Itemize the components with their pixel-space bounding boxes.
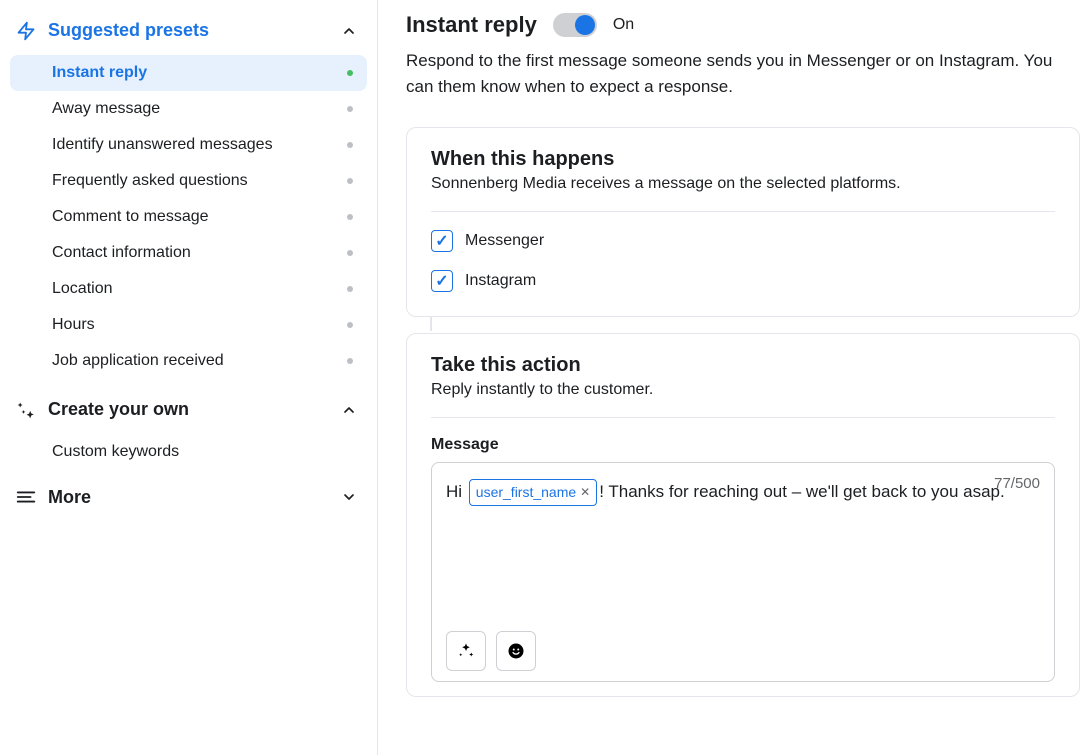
page-subtitle: Respond to the first message someone sen… [406,48,1080,99]
page-header: Instant reply On [406,12,1080,38]
sidebar-item-label: Comment to message [52,208,209,226]
sidebar-item-label: Location [52,280,113,298]
create-title: Create your own [48,399,341,420]
sidebar-item-label: Job application received [52,352,224,370]
status-dot-icon [347,178,353,184]
when-title: When this happens [431,148,1055,171]
sidebar-item-faq[interactable]: Frequently asked questions [0,163,377,199]
instant-reply-toggle[interactable] [553,13,597,37]
status-dot-icon [347,286,353,292]
platform-row-messenger: ✓ Messenger [431,230,1055,252]
emoji-button[interactable] [496,631,536,671]
sidebar-item-label: Instant reply [52,64,147,82]
divider [431,211,1055,212]
sidebar-item-label: Away message [52,100,160,118]
sidebar-item-label: Identify unanswered messages [52,136,273,154]
sidebar-item-location[interactable]: Location [0,271,377,307]
sidebar-item-label: Hours [52,316,95,334]
check-icon: ✓ [435,231,448,251]
message-editor[interactable]: 77/500 Hi user_first_name✕! Thanks for r… [431,462,1055,682]
connector-line [430,317,432,331]
smiley-icon [507,642,525,660]
action-subtitle: Reply instantly to the customer. [431,381,1055,399]
page-title: Instant reply [406,12,537,38]
status-dot-icon [347,106,353,112]
sidebar-item-hours[interactable]: Hours [0,307,377,343]
preset-list: Instant reply Away message Identify unan… [0,55,377,379]
messenger-checkbox[interactable]: ✓ [431,230,453,252]
message-prefix: Hi [446,482,467,501]
sidebar: Suggested presets Instant reply Away mes… [0,0,378,755]
more-title: More [48,487,341,508]
when-subtitle: Sonnenberg Media receives a message on t… [431,175,1055,193]
action-card: Take this action Reply instantly to the … [406,333,1080,697]
message-label: Message [431,436,1055,454]
message-toolbar [446,631,1040,671]
status-dot-icon [347,322,353,328]
presets-title: Suggested presets [48,20,341,41]
message-text[interactable]: Hi user_first_name✕! Thanks for reaching… [446,477,1040,623]
variable-token[interactable]: user_first_name✕ [469,479,597,506]
token-remove-icon[interactable]: ✕ [580,482,590,504]
sidebar-item-label: Frequently asked questions [52,172,248,190]
sidebar-item-contact[interactable]: Contact information [0,235,377,271]
platform-row-instagram: ✓ Instagram [431,270,1055,292]
sidebar-item-custom-keywords[interactable]: Custom keywords [0,434,377,470]
chevron-up-icon [341,23,357,39]
chevron-down-icon [341,489,357,505]
toggle-state-label: On [613,16,634,34]
platform-label: Messenger [465,232,544,250]
sparkle-icon [14,400,38,420]
sidebar-item-instant-reply[interactable]: Instant reply [10,55,367,91]
create-header[interactable]: Create your own [0,389,377,434]
sidebar-item-job-app[interactable]: Job application received [0,343,377,379]
platform-label: Instagram [465,272,536,290]
status-dot-icon [347,250,353,256]
status-dot-icon [347,358,353,364]
chevron-up-icon [341,402,357,418]
action-title: Take this action [431,354,1055,377]
lightning-icon [14,21,38,41]
sidebar-item-comment[interactable]: Comment to message [0,199,377,235]
message-suffix: ! Thanks for reaching out – we'll get ba… [599,482,1005,501]
status-dot-icon [347,142,353,148]
insert-variable-button[interactable] [446,631,486,671]
sidebar-item-away-message[interactable]: Away message [0,91,377,127]
token-label: user_first_name [476,480,576,505]
status-dot-icon [347,70,353,76]
char-counter: 77/500 [994,475,1040,492]
divider [431,417,1055,418]
check-icon: ✓ [435,271,448,291]
sidebar-item-label: Contact information [52,244,191,262]
main-content: Instant reply On Respond to the first me… [378,0,1080,755]
menu-icon [14,486,38,508]
more-header[interactable]: More [0,476,377,522]
sidebar-item-label: Custom keywords [52,443,179,461]
sparkle-icon [457,642,475,660]
status-dot-icon [347,214,353,220]
create-list: Custom keywords [0,434,377,470]
instagram-checkbox[interactable]: ✓ [431,270,453,292]
sidebar-item-unanswered[interactable]: Identify unanswered messages [0,127,377,163]
presets-header[interactable]: Suggested presets [0,10,377,55]
when-card: When this happens Sonnenberg Media recei… [406,127,1080,317]
